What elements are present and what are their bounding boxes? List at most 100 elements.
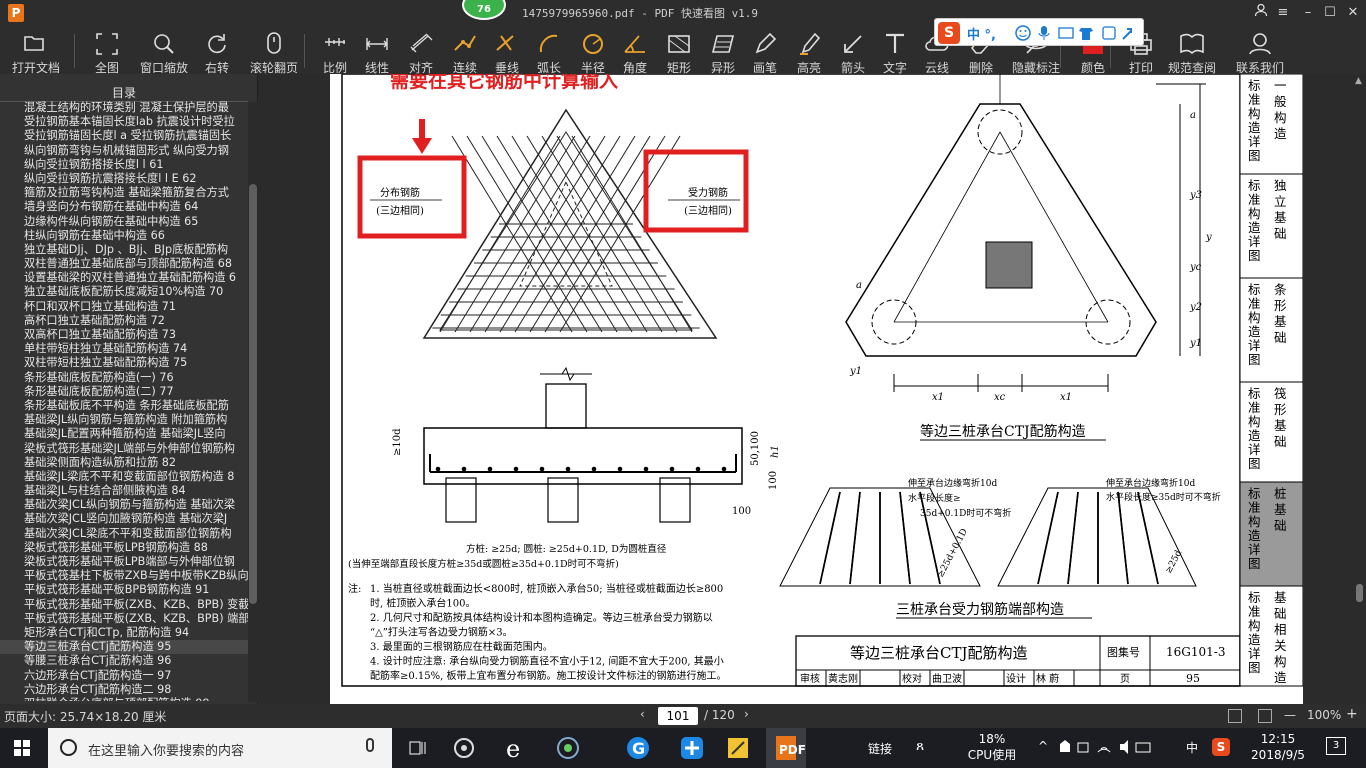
section-tab[interactable]: 标准构造详图 基础相关构造 [1239, 585, 1304, 687]
toolbar-scale-button[interactable]: 比例 [316, 26, 354, 75]
user-icon[interactable] [1250, 3, 1272, 23]
toc-item[interactable]: 杯口和双杯口独立基础构造 71 [0, 300, 248, 314]
toc-item[interactable]: 受拉钢筋锚固长度l a 受拉钢筋抗震锚固长 [0, 129, 248, 143]
cpu-indicator[interactable]: 18% CPU使用 [962, 731, 1022, 768]
toc-item[interactable]: 边缘构件纵向钢筋在基础中构造 65 [0, 215, 248, 229]
tray-expand-icon[interactable]: ^ [1038, 739, 1048, 768]
page-scrollbar[interactable]: ▲ [1352, 74, 1366, 704]
zoom-in-icon[interactable]: + [1346, 706, 1358, 722]
maximize-button[interactable]: ☐ [1319, 3, 1341, 23]
toolbar-angle-button[interactable]: 角度 [616, 26, 654, 75]
toolbar-polygon-button[interactable]: 异形 [704, 26, 742, 75]
zoom-out-icon[interactable]: — [1284, 708, 1296, 722]
section-tab[interactable]: 标准构造详图 筏形基础 [1239, 381, 1304, 483]
section-tab[interactable]: 标准构造详图 条形基础 [1239, 277, 1304, 383]
toc-item[interactable]: 六边形承台CTj配筋构造一 97 [0, 669, 248, 683]
toc-item[interactable]: 双柱联合承台底部与顶部配筋构造 99 [0, 697, 248, 701]
toolbar-book-button[interactable]: 规范查阅 [1164, 26, 1220, 75]
scroll-up-icon[interactable]: ▲ [1355, 76, 1362, 86]
teamviewer-icon[interactable] [676, 732, 708, 764]
chrome-g-icon[interactable]: G [622, 732, 654, 764]
toc-item[interactable]: 平板式筏形基础平板BPB钢筋构造 91 [0, 583, 248, 597]
ie-browser-icon[interactable]: e [500, 732, 532, 764]
toc-item[interactable]: 基础次梁JCL竖向加腋钢筋构造 基础次梁J [0, 512, 248, 526]
toc-item[interactable]: 梁板式筏形基础平板LPB端部与外伸部位钢 [0, 555, 248, 569]
people-icon[interactable]: ጸ [916, 738, 924, 768]
taskbar-search[interactable]: 在这里输入你要搜索的内容 [48, 728, 392, 768]
toolbar-arrow-button[interactable]: 箭头 [834, 26, 872, 75]
toolbar-rectangle-button[interactable]: 矩形 [660, 26, 698, 75]
clock[interactable]: 12:15 2018/9/5 [1240, 731, 1316, 768]
ime-language[interactable]: 中 [1186, 739, 1198, 768]
toolbar-perpendicular-button[interactable]: 垂线 [488, 26, 526, 75]
action-center-icon[interactable]: 3 [1326, 737, 1346, 755]
toc-item[interactable]: 独立基础底板配筋长度减短10%构造 70 [0, 285, 248, 299]
toolbar-zoom-button[interactable]: 窗口缩放 [138, 26, 190, 75]
toolbar-rotate-right-button[interactable]: 右转 [198, 26, 236, 75]
toc-item[interactable]: 纵向受拉钢筋抗震搭接长度l l E 62 [0, 172, 248, 186]
toc-item[interactable]: 基础梁JL梁底不平和变截面部位钢筋构造 8 [0, 470, 248, 484]
browser-360-icon[interactable] [552, 732, 584, 764]
toc-scrollbar[interactable] [248, 102, 258, 702]
minimize-button[interactable]: – [1297, 3, 1319, 23]
prev-page-icon[interactable]: ‹ [640, 707, 645, 721]
toc-item[interactable]: 纵向受拉钢筋搭接长度l l 61 [0, 158, 248, 172]
toc-item[interactable]: 受拉钢筋基本锚固长度lab 抗震设计时受拉 [0, 115, 248, 129]
link-label[interactable]: 链接 [868, 740, 892, 768]
toc-item[interactable]: 条形基础板底不平构造 条形基础底板配筋 [0, 399, 248, 413]
ime-bar[interactable]: S 中 °, [934, 18, 1144, 46]
page-number-input[interactable]: 101 [658, 707, 698, 725]
toc-item[interactable]: 条形基础底板配筋构造(二) 77 [0, 385, 248, 399]
toc-item[interactable]: 双柱带短柱独立基础配筋构造 75 [0, 356, 248, 370]
toc-item[interactable]: 墙身竖向分布钢筋在基础中构造 64 [0, 200, 248, 214]
notification-badge[interactable]: 76 [462, 0, 506, 20]
toc-item[interactable]: 设置基础梁的双柱普通独立基础配筋构造 6 [0, 271, 248, 285]
toc-item[interactable]: 柱纵向钢筋在基础中构造 66 [0, 229, 248, 243]
toc-item[interactable]: 箍筋及拉筋弯钩构造 基础梁箍筋复合方式 [0, 186, 248, 200]
toolbar-pen-button[interactable]: 画笔 [746, 26, 784, 75]
toc-item[interactable]: 基础次梁JCL梁底不平和变截面部位钢筋构 [0, 527, 248, 541]
toolbar-continuous-dim-button[interactable]: 连续 [446, 26, 484, 75]
toc-item[interactable]: 六边形承台CTj配筋构造二 98 [0, 683, 248, 697]
sogou-tray-icon[interactable]: S [1212, 738, 1230, 756]
toc-item[interactable]: 梁板式筏形基础梁JL端部与外伸部位钢筋构 [0, 442, 248, 456]
toc-item[interactable]: 基础梁JL与柱结合部侧腋构造 84 [0, 484, 248, 498]
close-button[interactable]: ✕ [1342, 3, 1364, 23]
menu-icon[interactable]: ≡ [1272, 3, 1294, 23]
toolbar-fit-page-button[interactable]: 全图 [88, 26, 126, 75]
notes-app-icon[interactable] [722, 732, 754, 764]
toc-item[interactable]: 基础梁JL纵向钢筋与箍筋构造 附加箍筋构 [0, 413, 248, 427]
windows-start-icon[interactable] [14, 740, 30, 760]
toc-item[interactable]: 矩形承台CTj和CTp, 配筋构造 94 [0, 626, 248, 640]
toc-scroll-thumb[interactable] [249, 184, 257, 604]
toc-item[interactable]: 基础梁侧面构造纵筋和拉筋 82 [0, 456, 248, 470]
toc-item[interactable]: 纵向钢筋弯钩与机械锚固形式 纵向受力钢 [0, 144, 248, 158]
tray-icons[interactable] [1058, 738, 1152, 768]
toc-item[interactable]: 条形基础底板配筋构造(一) 76 [0, 371, 248, 385]
page-scroll-thumb[interactable] [1356, 584, 1363, 602]
toc-item[interactable]: 基础次梁JCL纵向钢筋与箍筋构造 基础次梁 [0, 498, 248, 512]
fit-width-icon[interactable] [1228, 709, 1242, 723]
microphone-icon[interactable] [366, 738, 374, 752]
toc-item[interactable]: 混凝土结构的环境类别 混凝土保护层的最 [0, 101, 248, 115]
toolbar-aligned-dim-button[interactable]: 对齐 [402, 26, 440, 75]
toolbar-mouse-button[interactable]: 滚轮翻页 [246, 26, 302, 75]
section-tab[interactable]: 标准构造详图 桩基础 [1239, 481, 1304, 587]
toc-item[interactable]: 平板式筏形基础平板(ZXB、KZB、BPB) 变截 [0, 598, 248, 612]
section-tab[interactable]: 标准构造详图 独立基础 [1239, 173, 1304, 279]
toolbar-radius-button[interactable]: 半径 [574, 26, 612, 75]
toolbar-folder-button[interactable]: 打开文档 [6, 26, 66, 75]
toc-item[interactable]: 单柱带短柱独立基础配筋构造 74 [0, 342, 248, 356]
toc-item[interactable]: 基础梁JL配置两种箍筋构造 基础梁JL竖向 [0, 427, 248, 441]
toc-item[interactable]: 平板式筏基柱下板带ZXB与跨中板带KZB纵向 [0, 569, 248, 583]
toolbar-contact-button[interactable]: 联系我们 [1232, 26, 1288, 75]
toc-item[interactable]: 独立基础DJj、DJp 、BJj、BJp底板配筋构 [0, 243, 248, 257]
fan-app-icon[interactable] [448, 732, 480, 764]
toc-item[interactable]: 平板式筏形基础平板(ZXB、KZB、BPB) 端部 [0, 612, 248, 626]
toolbar-linear-dim-button[interactable]: 线性 [358, 26, 396, 75]
task-view-icon[interactable] [402, 732, 434, 764]
toc-item[interactable]: 等边三桩承台CTj配筋构造 95 [0, 640, 248, 655]
toolbar-highlighter-button[interactable]: 高亮 [790, 26, 828, 75]
toc-item[interactable]: 梁板式筏形基础平板LPB钢筋构造 88 [0, 541, 248, 555]
toc-item[interactable]: 高杯口独立基础配筋构造 72 [0, 314, 248, 328]
